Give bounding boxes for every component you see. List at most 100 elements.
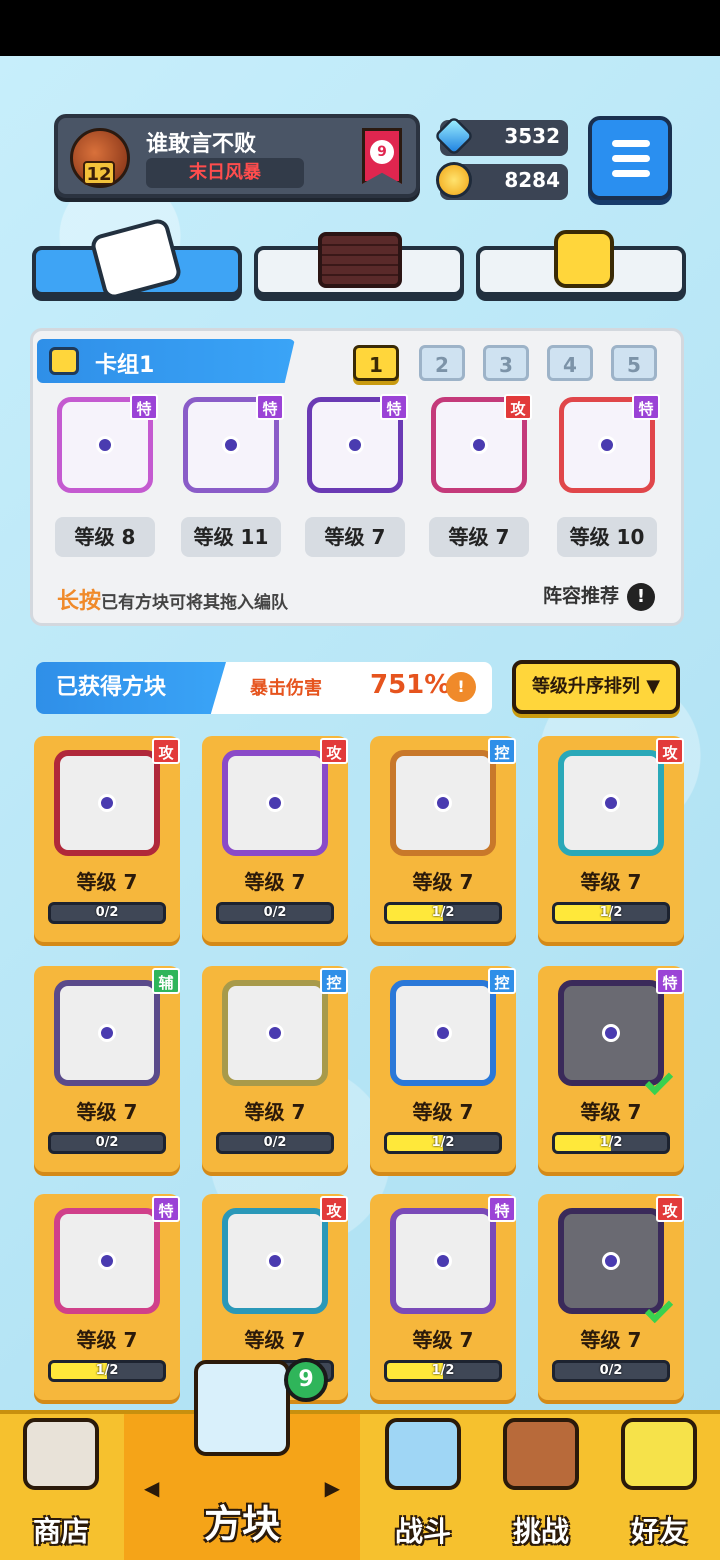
deck-card-level: 等级 7: [429, 517, 529, 557]
block-card[interactable]: 特等级 7 1/2: [538, 966, 684, 1172]
block-card[interactable]: 攻等级 7 1/2: [538, 736, 684, 942]
block-card[interactable]: 攻等级 7 0/2: [34, 736, 180, 942]
block-core-icon: [98, 1252, 116, 1270]
deck-slot-5-button[interactable]: 5: [611, 345, 657, 381]
block-type-tag: 控: [488, 968, 516, 994]
crit-info-icon[interactable]: !: [446, 672, 476, 702]
deck-slot-2-button[interactable]: 2: [419, 345, 465, 381]
menu-button[interactable]: [588, 116, 672, 200]
block-art: [558, 980, 674, 1096]
gem-counter[interactable]: 3532: [433, 115, 568, 157]
block-level: 等级 7: [580, 870, 642, 894]
block-level: 等级 7: [412, 870, 474, 894]
block-type-tag: 特: [152, 1196, 180, 1222]
tab-dice[interactable]: [32, 216, 242, 302]
upgrade-progress-bar: 1/2: [552, 1132, 670, 1154]
hamburger-line: [612, 155, 650, 162]
deck-hint-strong: 长按: [57, 589, 102, 614]
deck-hint: 长按已有方块可将其拖入编队: [57, 583, 288, 615]
nav-battle[interactable]: 战斗: [362, 1414, 484, 1560]
block-art: [222, 750, 328, 856]
progress-text: 1/2: [95, 1363, 119, 1378]
gem-icon: [433, 115, 475, 157]
sort-button[interactable]: 等级升序排列 ▼: [512, 660, 680, 714]
grid-board-icon: [318, 232, 402, 288]
nav-block[interactable]: ◀ ▶ 方块: [124, 1360, 360, 1560]
tab-emote[interactable]: [476, 230, 686, 296]
deck-title: 卡组1: [95, 353, 155, 378]
deck-card[interactable]: 特: [57, 394, 158, 493]
info-icon: !: [627, 582, 655, 611]
block-card[interactable]: 辅等级 7 0/2: [34, 966, 180, 1172]
gold-counter[interactable]: 8284: [436, 162, 568, 200]
block-core-icon: [434, 1252, 452, 1270]
smiley-block-icon: [554, 230, 614, 288]
progress-text: 0/2: [263, 1135, 287, 1150]
deck-card[interactable]: 特: [559, 394, 660, 493]
block-core-icon: [266, 794, 284, 812]
progress-text: 0/2: [263, 905, 287, 920]
dice-icon: [88, 216, 184, 302]
checkmark-icon: [644, 1294, 674, 1324]
player-level-badge: 12: [83, 161, 115, 185]
block-card[interactable]: 特等级 7 1/2: [34, 1194, 180, 1400]
deck-card[interactable]: 特: [183, 394, 284, 493]
block-card[interactable]: 攻等级 7 0/2: [538, 1194, 684, 1400]
deck-slot-3-button[interactable]: 3: [483, 345, 529, 381]
status-bar: [0, 0, 720, 56]
bottom-nav: 商店 ◀ ▶ 方块 战斗 挑战 好友: [0, 1360, 720, 1560]
deck-slot-1-button[interactable]: 1: [353, 345, 399, 381]
player-profile-card[interactable]: 12 谁敢言不败 末日风暴 9: [54, 114, 420, 198]
player-name: 谁敢言不败: [146, 132, 257, 157]
block-type-tag: 特: [632, 394, 660, 420]
upgrade-progress-bar: 0/2: [216, 1132, 334, 1154]
player-title: 末日风暴: [146, 158, 304, 188]
crit-damage-value: 751%: [370, 670, 451, 700]
deck-card[interactable]: 特: [307, 394, 408, 493]
new-block-badge: 9: [284, 1358, 328, 1402]
upgrade-progress-bar: 1/2: [384, 1360, 502, 1382]
block-core-icon: [598, 436, 616, 454]
block-core-icon: [602, 794, 620, 812]
nav-shop[interactable]: 商店: [0, 1414, 122, 1560]
block-card[interactable]: 特等级 7 1/2: [370, 1194, 516, 1400]
player-avatar[interactable]: 12: [70, 128, 130, 188]
block-card[interactable]: 攻等级 7 0/2: [202, 736, 348, 942]
pencil-icon[interactable]: [49, 347, 79, 375]
block-type-tag: 特: [256, 394, 284, 420]
block-card[interactable]: 控等级 7 0/2: [202, 966, 348, 1172]
mystery-block-icon: [194, 1360, 290, 1456]
block-art: [390, 1208, 496, 1314]
nav-friends-label: 好友: [630, 1515, 687, 1548]
upgrade-progress-bar: 0/2: [48, 1132, 166, 1154]
lineup-recommend-label: 阵容推荐: [542, 585, 619, 607]
deck-card-level: 等级 11: [181, 517, 281, 557]
obtained-header: 已获得方块 暴击伤害 751% !: [36, 662, 492, 714]
block-card[interactable]: 控等级 7 1/2: [370, 966, 516, 1172]
hamburger-icon: [612, 140, 650, 147]
deck-title-bar[interactable]: 卡组1: [37, 339, 295, 383]
block-art: [390, 980, 496, 1086]
block-type-tag: 攻: [152, 738, 180, 764]
block-core-icon: [222, 436, 240, 454]
game-screen: 12 谁敢言不败 末日风暴 9 3532 8284 卡组1 12345 特等级 …: [0, 56, 720, 1560]
nav-block-label: 方块: [203, 1502, 280, 1546]
deck-hint-text: 已有方块可将其拖入编队: [101, 593, 289, 613]
progress-text: 0/2: [95, 905, 119, 920]
tab-grid[interactable]: [254, 232, 464, 296]
deck-slot-4-button[interactable]: 4: [547, 345, 593, 381]
block-level: 等级 7: [244, 870, 306, 894]
gold-coin-icon: [436, 162, 472, 198]
deck-card[interactable]: 攻: [431, 394, 532, 493]
progress-text: 1/2: [599, 1135, 623, 1150]
upgrade-progress-bar: 0/2: [552, 1360, 670, 1382]
block-card[interactable]: 控等级 7 1/2: [370, 736, 516, 942]
lineup-recommend-button[interactable]: 阵容推荐!: [543, 581, 655, 611]
nav-challenge[interactable]: 挑战: [480, 1414, 602, 1560]
block-core-icon: [434, 1024, 452, 1042]
block-art: [54, 1208, 160, 1314]
hamburger-line: [612, 170, 650, 177]
nav-friends[interactable]: 好友: [598, 1414, 720, 1560]
upgrade-progress-bar: 1/2: [384, 902, 502, 924]
block-type-tag: 攻: [656, 1196, 684, 1222]
